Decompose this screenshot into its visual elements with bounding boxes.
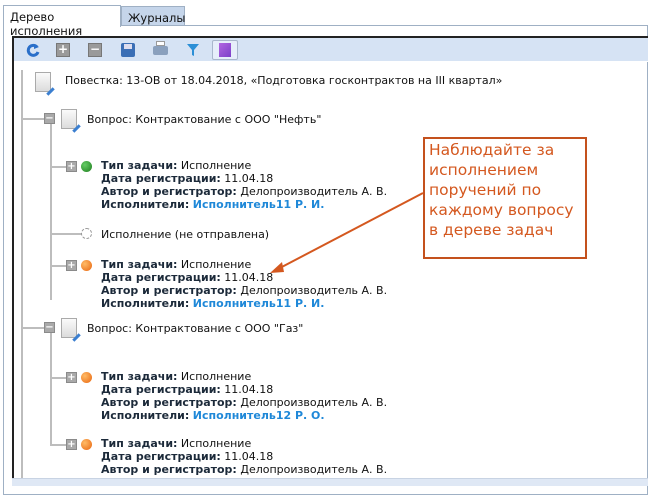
tab-execution-tree[interactable]: Дерево исполнения [3,5,121,38]
callout-arrow [270,192,424,273]
